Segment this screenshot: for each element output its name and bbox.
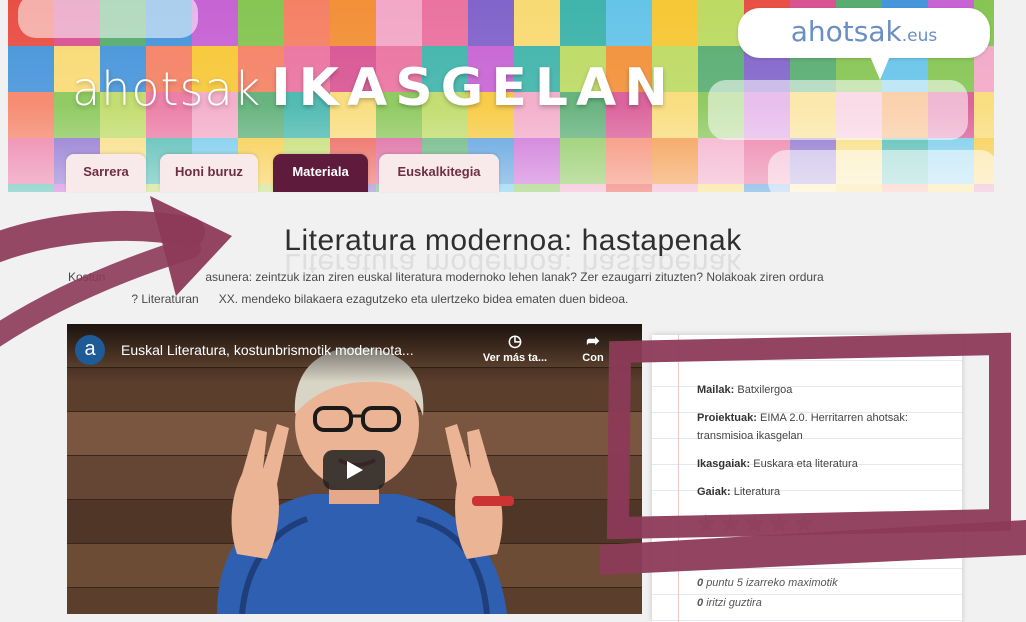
watch-later-button[interactable]: ◷ Ver más ta... — [475, 332, 555, 364]
logo-suffix-text: .eus — [901, 26, 938, 46]
rating-summary: 0 puntu 5 izarreko maximotik — [697, 577, 838, 589]
notebook-margin-line — [678, 335, 679, 622]
subjects-label: Ikasgaiak: — [697, 458, 751, 470]
tab-honi-buruz[interactable]: Honi buruz — [160, 154, 258, 192]
page-title: Literatura modernoa: hastapenak — [284, 224, 742, 257]
star-rating[interactable]: ★★★★★ — [695, 509, 818, 538]
opinions-number: 0 — [697, 597, 704, 609]
project-row: Proiektuak: EIMA 2.0. Herritarren ahotsa… — [697, 409, 947, 445]
rating-text: puntu 5 izarreko maximotik — [706, 577, 838, 589]
channel-avatar[interactable]: a — [75, 335, 105, 365]
site-title[interactable]: ahotsak IKASGELAN — [72, 58, 676, 118]
tab-label: Materiala — [292, 164, 349, 179]
clock-icon: ◷ — [508, 333, 522, 350]
tab-materiala[interactable]: Materiala — [273, 154, 368, 192]
speech-bubble-decoration — [708, 80, 968, 140]
ahotsak-logo-link[interactable]: ahotsak.eus — [738, 8, 990, 58]
intro-line-2: ? Literaturan XX. mendeko bilakaera ezag… — [68, 292, 629, 306]
subjects-value[interactable]: Euskara eta literatura — [753, 458, 858, 470]
topics-label: Gaiak: — [697, 486, 731, 498]
share-icon: ➦ — [586, 333, 600, 350]
speech-bubble-decoration — [18, 0, 198, 38]
intro-paragraph: Kostun asunera: zeintzuk izan ziren eusk… — [68, 266, 973, 310]
material-info-card: Mailak: Batxilergoa Proiektuak: EIMA 2.0… — [652, 335, 962, 622]
tab-label: Sarrera — [83, 164, 129, 179]
opinions-text: iritzi guztira — [706, 597, 762, 609]
level-row: Mailak: Batxilergoa — [697, 381, 947, 399]
site-title-bold: IKASGELAN — [271, 58, 676, 118]
topics-value[interactable]: Literatura — [734, 486, 780, 498]
rating-number: 0 — [697, 577, 704, 589]
level-value[interactable]: Batxilergoa — [737, 384, 792, 396]
tab-label: Honi buruz — [175, 164, 243, 179]
logo-bubble-tail — [870, 56, 890, 80]
play-button[interactable] — [323, 450, 385, 490]
share-button[interactable]: ➦ Con — [563, 332, 623, 364]
share-label: Con — [582, 352, 604, 364]
logo-main-text: ahotsak — [790, 15, 902, 48]
site-header: ahotsak IKASGELAN ahotsak.eus — [8, 0, 994, 192]
watch-later-label: Ver más ta... — [482, 352, 548, 364]
tab-euskalkitegia[interactable]: Euskalkitegia — [379, 154, 499, 192]
video-title[interactable]: Euskal Literatura, kostunbrismotik moder… — [121, 342, 414, 358]
project-label: Proiektuak: — [697, 412, 757, 424]
intro-line-1: Kostun asunera: zeintzuk izan ziren eusk… — [68, 270, 824, 284]
level-label: Mailak: — [697, 384, 735, 396]
video-player[interactable]: a Euskal Literatura, kostunbrismotik mod… — [67, 324, 642, 614]
opinions-count: 0 iritzi guztira — [697, 597, 762, 609]
topics-row: Gaiak: Literatura — [697, 483, 947, 501]
subjects-row: Ikasgaiak: Euskara eta literatura — [697, 455, 947, 473]
tab-sarrera[interactable]: Sarrera — [66, 154, 146, 192]
tab-label: Euskalkitegia — [397, 164, 481, 179]
site-title-light: ahotsak — [72, 62, 262, 116]
speech-bubble-decoration — [768, 150, 994, 192]
